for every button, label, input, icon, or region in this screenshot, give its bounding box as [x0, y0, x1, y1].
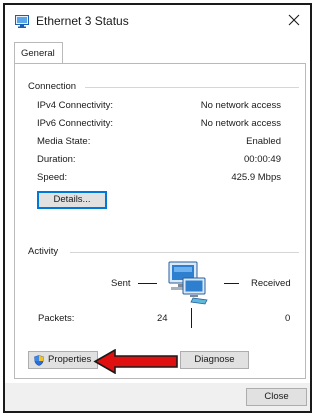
status-dialog: Ethernet 3 Status General Connection IPv…: [3, 3, 312, 413]
sent-label: Sent: [111, 278, 131, 289]
close-icon[interactable]: [286, 12, 302, 28]
speed-value: 425.9 Mbps: [231, 172, 281, 183]
red-arrow-icon: [93, 349, 178, 374]
general-panel: Connection IPv4 Connectivity: No network…: [14, 63, 306, 379]
speed-label: Speed:: [37, 172, 68, 183]
ipv6-connectivity-value: No network access: [200, 118, 281, 129]
tab-general-label: General: [21, 48, 55, 59]
activity-group-label: Activity: [28, 246, 59, 257]
connection-group-label: Connection: [28, 81, 77, 92]
close-button[interactable]: Close: [246, 388, 307, 406]
ipv4-connectivity-value: No network access: [200, 100, 281, 111]
ipv6-connectivity-label: IPv6 Connectivity:: [37, 118, 114, 129]
packets-sent-value: 24: [157, 313, 168, 324]
received-line: [224, 283, 239, 284]
tab-general[interactable]: General: [14, 42, 63, 64]
media-state-value: Enabled: [246, 136, 281, 147]
dialog-footer: Close: [5, 383, 310, 411]
received-label: Received: [251, 278, 291, 289]
network-icon: [15, 15, 29, 28]
connection-group-divider: [85, 87, 299, 88]
ipv4-connectivity-label: IPv4 Connectivity:: [37, 100, 114, 111]
media-state-label: Media State:: [37, 136, 91, 147]
title-bar: Ethernet 3 Status: [5, 5, 310, 39]
activity-group-divider: [70, 252, 299, 253]
packets-label: Packets:: [38, 313, 75, 324]
sent-line: [138, 283, 157, 284]
properties-button[interactable]: Properties: [28, 351, 98, 369]
packets-received-value: 0: [285, 313, 291, 324]
duration-value: 00:00:49: [244, 154, 281, 165]
properties-button-label: Properties: [48, 354, 92, 365]
packets-divider: [191, 308, 192, 328]
details-button[interactable]: Details...: [37, 191, 107, 209]
shield-icon: [34, 355, 44, 366]
duration-label: Duration:: [37, 154, 76, 165]
network-computers-icon: [168, 261, 208, 305]
diagnose-button[interactable]: Diagnose: [180, 351, 249, 369]
window-title: Ethernet 3 Status: [36, 14, 129, 28]
